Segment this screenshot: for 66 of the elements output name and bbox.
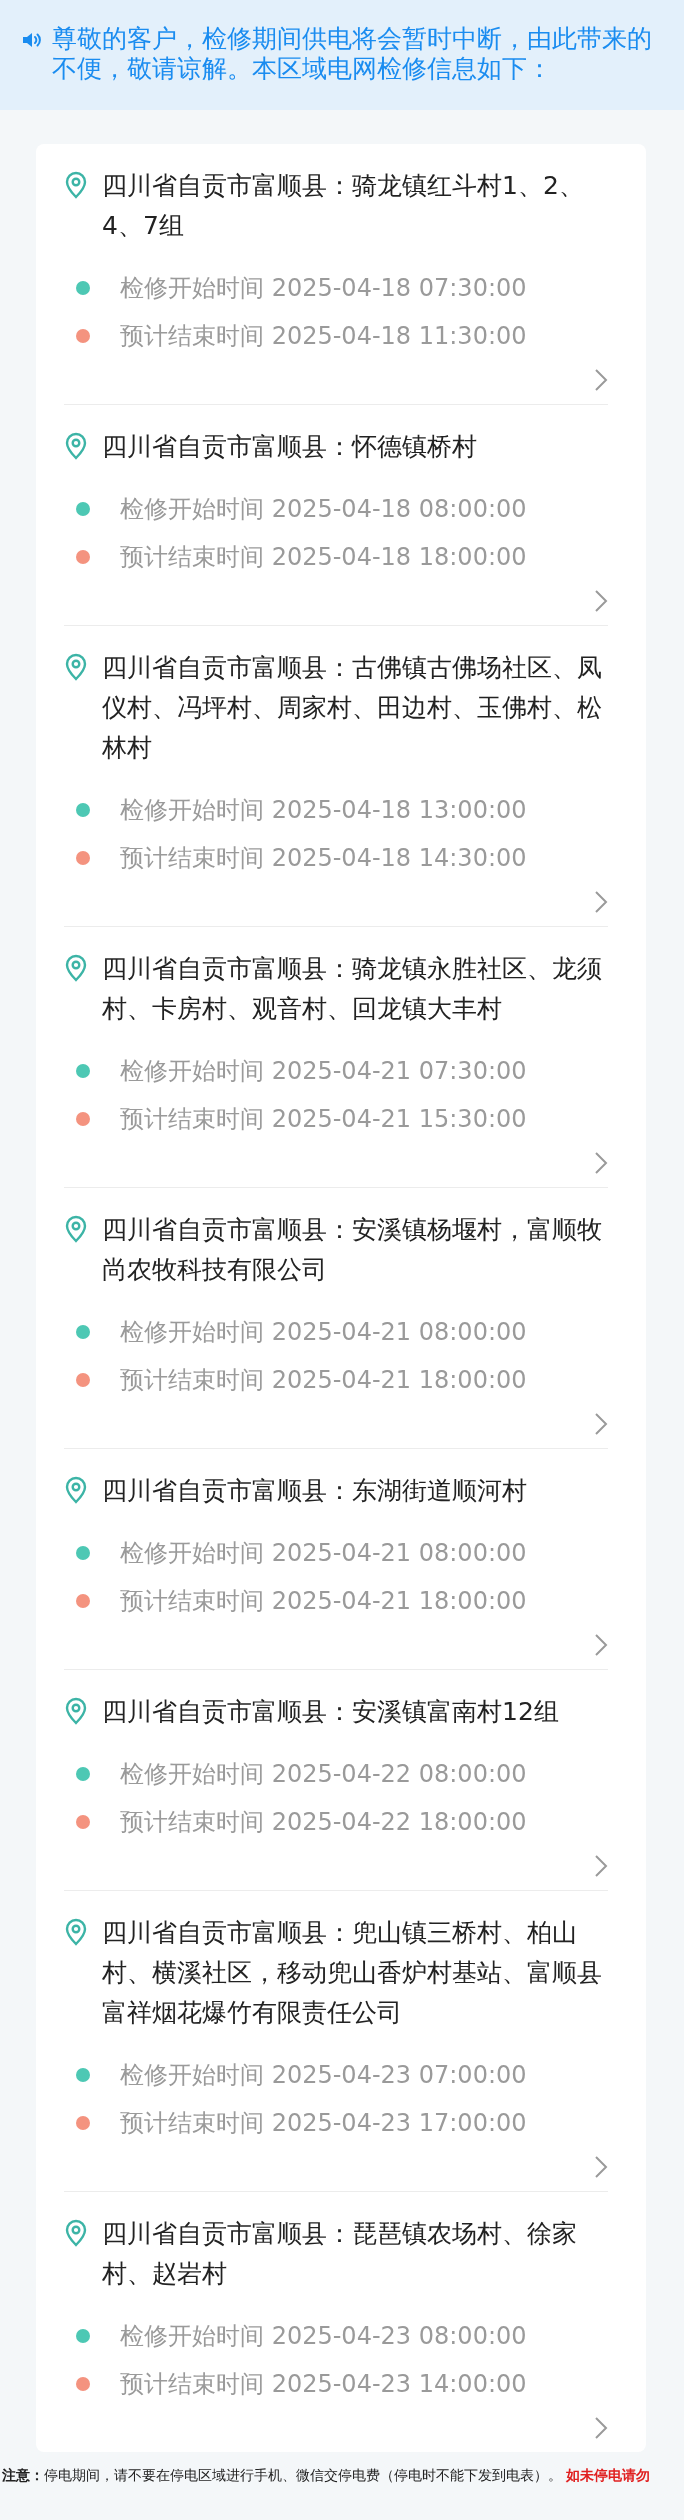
location-pin-icon	[64, 432, 88, 460]
end-dot-icon	[76, 1112, 90, 1126]
end-dot-icon	[76, 2116, 90, 2130]
end-time: 预计结束时间 2025-04-21 15:30:00	[120, 1104, 527, 1135]
start-time: 检修开始时间 2025-04-18 13:00:00	[120, 795, 527, 826]
location-pin-icon	[64, 1215, 88, 1243]
end-dot-icon	[76, 851, 90, 865]
location-pin-icon	[64, 653, 88, 681]
start-time: 检修开始时间 2025-04-22 08:00:00	[120, 1759, 527, 1790]
location-pin-icon	[64, 1476, 88, 1504]
chevron-right-icon[interactable]	[594, 890, 608, 914]
start-time: 检修开始时间 2025-04-21 08:00:00	[120, 1538, 527, 1569]
end-time: 预计结束时间 2025-04-21 18:00:00	[120, 1365, 527, 1396]
start-time: 检修开始时间 2025-04-21 08:00:00	[120, 1317, 527, 1348]
location-pin-icon	[64, 2219, 88, 2247]
end-time: 预计结束时间 2025-04-18 14:30:00	[120, 843, 527, 874]
start-time: 检修开始时间 2025-04-18 08:00:00	[120, 494, 527, 525]
outage-address: 四川省自贡市富顺县：怀德镇桥村	[102, 431, 477, 463]
end-time: 预计结束时间 2025-04-22 18:00:00	[120, 1807, 527, 1838]
chevron-right-icon[interactable]	[594, 368, 608, 392]
start-dot-icon	[76, 2068, 90, 2082]
end-time: 预计结束时间 2025-04-21 18:00:00	[120, 1586, 527, 1617]
chevron-right-icon[interactable]	[594, 1412, 608, 1436]
end-time: 预计结束时间 2025-04-18 18:00:00	[120, 542, 527, 573]
end-dot-icon	[76, 1815, 90, 1829]
end-dot-icon	[76, 2377, 90, 2391]
end-time: 预计结束时间 2025-04-18 11:30:00	[120, 321, 527, 352]
chevron-right-icon[interactable]	[594, 2155, 608, 2179]
chevron-right-icon[interactable]	[594, 2416, 608, 2440]
end-time: 预计结束时间 2025-04-23 14:00:00	[120, 2369, 527, 2400]
warning-text: 如未停电请勿	[566, 2467, 651, 2483]
start-dot-icon	[76, 1325, 90, 1339]
start-dot-icon	[76, 281, 90, 295]
location-pin-icon	[64, 1918, 88, 1946]
chevron-right-icon[interactable]	[594, 1151, 608, 1175]
location-pin-icon	[64, 1697, 88, 1725]
outage-address: 四川省自贡市富顺县：东湖街道顺河村	[102, 1475, 527, 1507]
start-dot-icon	[76, 1767, 90, 1781]
outage-address: 四川省自贡市富顺县：骑龙镇永胜社区、龙须村、卡房村、观音村、回龙镇大丰村	[102, 953, 603, 1025]
chevron-right-icon[interactable]	[594, 589, 608, 613]
start-dot-icon	[76, 803, 90, 817]
end-dot-icon	[76, 1594, 90, 1608]
end-dot-icon	[76, 329, 90, 343]
outage-address: 四川省自贡市富顺县：兜山镇三桥村、柏山村、横溪社区，移动兜山香炉村基站、富顺县富祥烟花爆竹有限责任公司	[102, 1917, 603, 2029]
outage-address: 四川省自贡市富顺县：琵琶镇农场村、徐家村、赵岩村	[102, 2218, 578, 2290]
location-pin-icon	[64, 954, 88, 982]
start-time: 检修开始时间 2025-04-23 07:00:00	[120, 2060, 527, 2091]
start-time: 检修开始时间 2025-04-18 07:30:00	[120, 273, 527, 304]
start-dot-icon	[76, 2329, 90, 2343]
location-pin-icon	[64, 171, 88, 199]
start-dot-icon	[76, 1064, 90, 1078]
end-time: 预计结束时间 2025-04-23 17:00:00	[120, 2108, 527, 2139]
note-text: 注意：停电期间，请不要在停电区域进行手机、微信交停电费（停电时不能下发到电表）。	[2, 2467, 562, 2483]
start-time: 检修开始时间 2025-04-23 08:00:00	[120, 2321, 527, 2352]
start-time: 检修开始时间 2025-04-21 07:30:00	[120, 1056, 527, 1087]
start-dot-icon	[76, 502, 90, 516]
end-dot-icon	[76, 1373, 90, 1387]
outage-address: 四川省自贡市富顺县：骑龙镇红斗村1、2、4、7组	[102, 170, 585, 242]
outage-address: 四川省自贡市富顺县：安溪镇富南村12组	[102, 1696, 559, 1728]
notice-text: 尊敬的客户，检修期间供电将会暂时中断，由此带来的不便，敬请谅解。本区域电网检修信息如下：	[52, 24, 653, 84]
outage-address: 四川省自贡市富顺县：古佛镇古佛场社区、凤仪村、冯坪村、周家村、田边村、玉佛村、松林村	[102, 652, 603, 764]
end-dot-icon	[76, 550, 90, 564]
chevron-right-icon[interactable]	[594, 1633, 608, 1657]
outage-address: 四川省自贡市富顺县：安溪镇杨堰村，富顺牧尚农牧科技有限公司	[102, 1214, 603, 1286]
chevron-right-icon[interactable]	[594, 1854, 608, 1878]
start-dot-icon	[76, 1546, 90, 1560]
